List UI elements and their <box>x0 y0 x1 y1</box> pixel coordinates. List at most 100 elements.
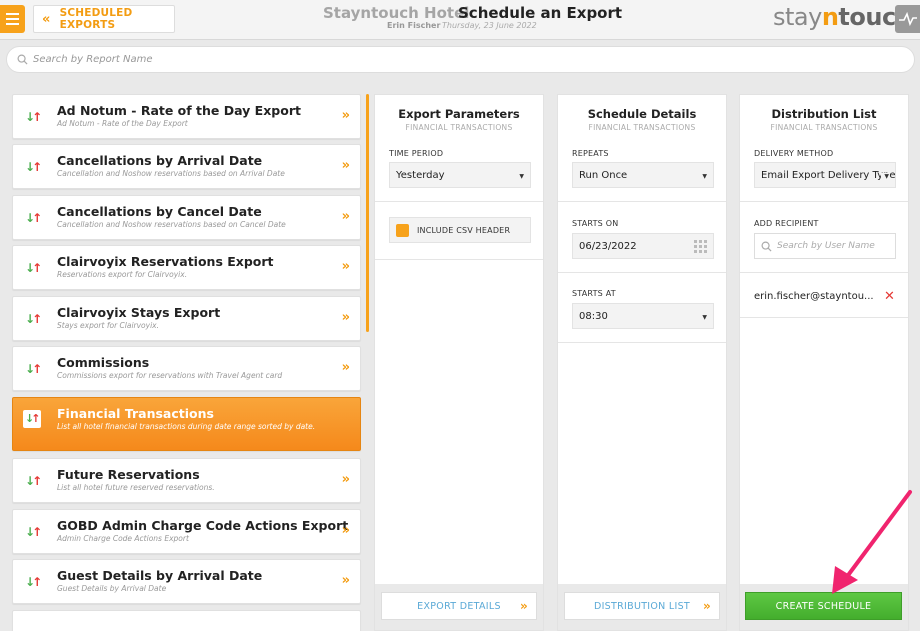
panel-title: Distribution List <box>771 107 877 121</box>
distribution-list-label: DISTRIBUTION LIST <box>593 600 691 612</box>
report-description: Commissions export for reservations with… <box>57 371 283 380</box>
report-title: Commissions <box>57 355 150 370</box>
sort-arrows-icon: ↓↑ <box>25 362 42 376</box>
report-title: Clairvoyix Stays Export <box>57 305 221 320</box>
divider <box>740 201 908 202</box>
report-description: Guest Details by Arrival Date <box>57 584 167 593</box>
repeats-label: REPEATS <box>572 149 609 158</box>
remove-recipient-icon[interactable]: ✕ <box>884 289 895 304</box>
double-chevron-right-icon: » <box>341 472 350 487</box>
distribution-list-button[interactable]: DISTRIBUTION LIST » <box>564 592 720 620</box>
panel-footer: CREATE SCHEDULE <box>740 584 908 630</box>
panel-subtitle: FINANCIAL TRANSACTIONS <box>770 123 878 132</box>
report-description: Admin Charge Code Actions Export <box>57 534 189 543</box>
user-name: Erin Fischer <box>387 21 441 30</box>
report-title: Guest Details by Arrival Date <box>57 568 263 583</box>
double-chevron-left-icon: « <box>42 11 51 27</box>
report-item[interactable]: ↓↑ Ad Notum - Rate of the Day Export Ad … <box>12 94 361 139</box>
report-title: Financial Transactions <box>57 406 214 421</box>
report-description: Cancellation and Noshow reservations bas… <box>57 169 285 178</box>
report-item-selected[interactable]: ↓↑ Financial Transactions List all hotel… <box>12 397 361 451</box>
activity-icon[interactable] <box>895 5 920 33</box>
panel-footer: EXPORT DETAILS » <box>375 584 543 630</box>
menu-icon[interactable] <box>0 5 25 33</box>
divider <box>375 201 543 202</box>
report-description: List all hotel future reserved reservati… <box>57 483 215 492</box>
sort-arrows-icon: ↓↑ <box>25 110 42 124</box>
double-chevron-right-icon: » <box>341 360 350 375</box>
report-title: Clairvoyix Reservations Export <box>57 254 274 269</box>
export-details-button[interactable]: EXPORT DETAILS » <box>381 592 537 620</box>
report-description: Ad Notum - Rate of the Day Export <box>57 119 188 128</box>
report-title: Future Reservations <box>57 467 200 482</box>
time-period-select[interactable]: Yesterday ▼ <box>389 162 531 188</box>
search-bar-area: Search by Report Name <box>0 40 920 80</box>
header-bar: « SCHEDULED EXPORTS Stayntouch Hotel Sch… <box>0 0 920 40</box>
double-chevron-right-icon: » <box>519 599 528 613</box>
divider <box>558 201 726 202</box>
schedule-details-panel: Schedule Details FINANCIAL TRANSACTIONS … <box>557 94 727 631</box>
sort-arrows-icon: ↓↑ <box>25 312 42 326</box>
double-chevron-right-icon: » <box>341 573 350 588</box>
report-title: GOBD Admin Charge Code Actions Export <box>57 518 349 533</box>
report-item[interactable]: ↓↑ Future Reservations List all hotel fu… <box>12 458 361 503</box>
search-icon <box>17 54 28 65</box>
back-to-scheduled-exports-button[interactable]: « SCHEDULED EXPORTS <box>33 5 175 33</box>
double-chevron-right-icon: » <box>341 209 350 224</box>
starts-on-date-input[interactable]: 06/23/2022 <box>572 233 714 259</box>
add-recipient-label: ADD RECIPIENT <box>754 219 819 228</box>
report-list: ↓↑ Ad Notum - Rate of the Day Export Ad … <box>8 92 368 631</box>
report-item[interactable]: ↓↑ Cancellations by Arrival Date Cancell… <box>12 144 361 189</box>
logo-part: n <box>821 3 839 31</box>
report-description: Cancellation and Noshow reservations bas… <box>57 220 286 229</box>
report-item[interactable]: ↓↑ Commissions Commissions export for re… <box>12 346 361 391</box>
double-chevron-right-icon: » <box>341 158 350 173</box>
search-icon <box>761 241 772 252</box>
include-csv-header-checkbox[interactable]: INCLUDE CSV HEADER <box>389 217 531 243</box>
user-search-placeholder: Search by User Name <box>777 241 875 251</box>
delivery-method-label: DELIVERY METHOD <box>754 149 834 158</box>
page-title: Schedule an Export <box>458 4 623 22</box>
list-scrollbar[interactable] <box>366 94 369 332</box>
report-item[interactable]: ↓↑ Cancellations by Cancel Date Cancella… <box>12 195 361 240</box>
report-item[interactable]: ↓↑ Clairvoyix Reservations Export Reserv… <box>12 245 361 290</box>
divider <box>740 272 908 273</box>
starts-at-select[interactable]: 08:30 ▼ <box>572 303 714 329</box>
create-schedule-label: CREATE SCHEDULE <box>775 600 872 612</box>
report-title: Cancellations by Cancel Date <box>57 204 262 219</box>
panel-subtitle: FINANCIAL TRANSACTIONS <box>588 123 696 132</box>
panel-subtitle: FINANCIAL TRANSACTIONS <box>405 123 513 132</box>
report-title: Ad Notum - Rate of the Day Export <box>57 103 301 118</box>
user-search-input[interactable]: Search by User Name <box>754 233 896 259</box>
starts-at-label: STARTS AT <box>572 289 616 298</box>
delivery-method-value: Email Export Delivery Type <box>761 169 896 181</box>
starts-on-value: 06/23/2022 <box>579 240 637 252</box>
report-item[interactable]: ↓↑ Guest Details by Arrival Date Guest D… <box>12 559 361 604</box>
repeats-select[interactable]: Run Once ▼ <box>572 162 714 188</box>
repeats-value: Run Once <box>579 169 628 181</box>
delivery-method-select[interactable]: Email Export Delivery Type ▼ <box>754 162 896 188</box>
starts-on-label: STARTS ON <box>572 219 619 228</box>
create-schedule-button[interactable]: CREATE SCHEDULE <box>745 592 902 620</box>
report-item[interactable] <box>12 610 361 631</box>
sort-arrows-icon: ↓↑ <box>25 575 42 589</box>
double-chevron-right-icon: » <box>341 523 350 538</box>
report-description: List all hotel financial transactions du… <box>57 422 316 431</box>
checkbox-checked-icon <box>396 223 409 237</box>
distribution-list-panel: Distribution List FINANCIAL TRANSACTIONS… <box>739 94 909 631</box>
stayntouch-logo: stayntouch <box>773 3 913 31</box>
panel-title: Schedule Details <box>587 107 697 121</box>
calendar-icon[interactable] <box>694 240 707 253</box>
double-chevron-right-icon: » <box>341 310 350 325</box>
report-description: Stays export for Clairvoyix. <box>57 321 159 330</box>
hotel-name: Stayntouch Hotel <box>323 4 470 22</box>
double-chevron-right-icon: » <box>341 259 350 274</box>
search-placeholder: Search by Report Name <box>33 54 153 65</box>
report-item[interactable]: ↓↑ GOBD Admin Charge Code Actions Export… <box>12 509 361 554</box>
caret-down-icon: ▼ <box>881 173 889 180</box>
report-item[interactable]: ↓↑ Clairvoyix Stays Export Stays export … <box>12 296 361 341</box>
caret-down-icon: ▼ <box>519 173 524 180</box>
report-search-input[interactable]: Search by Report Name <box>6 46 915 73</box>
export-details-label: EXPORT DETAILS <box>417 600 501 612</box>
report-description: Reservations export for Clairvoyix. <box>57 270 188 279</box>
